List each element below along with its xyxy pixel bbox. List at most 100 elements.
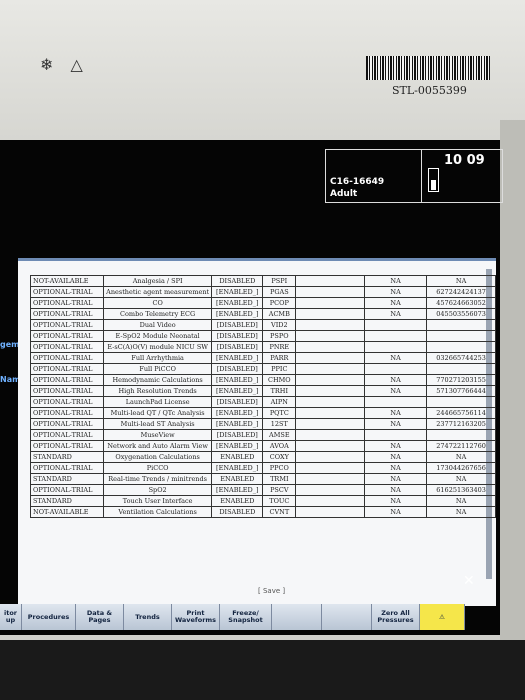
- spacer-cell: [295, 473, 365, 485]
- state-cell[interactable]: ENABLED: [211, 473, 264, 485]
- spacer-cell: [295, 506, 365, 518]
- state-cell[interactable]: [ENABLED_]: [211, 308, 264, 320]
- table-row[interactable]: OPTIONAL-TRIAL SpO2 [ENABLED_] PSCV NA 616251…: [29, 484, 496, 496]
- key-cell: 045503556073: [426, 308, 496, 320]
- table-row[interactable]: OPTIONAL-TRIAL Anesthetic agent measureme…: [29, 286, 496, 298]
- status-cell: OPTIONAL-TRIAL: [29, 363, 105, 375]
- table-row[interactable]: OPTIONAL-TRIAL CO [ENABLED_] PCOP NA 45762466…: [29, 297, 496, 309]
- state-cell[interactable]: [DISABLED]: [211, 363, 264, 375]
- table-row[interactable]: OPTIONAL-TRIAL Dual Video [DISABLED] VID2: [29, 319, 496, 331]
- status-cell: OPTIONAL-TRIAL: [29, 396, 105, 408]
- state-cell[interactable]: ENABLED: [211, 451, 264, 463]
- table-row[interactable]: OPTIONAL-TRIAL High Resolution Trends [ENA…: [29, 385, 496, 397]
- status-cell: OPTIONAL-TRIAL: [29, 352, 105, 364]
- state-cell[interactable]: [DISABLED]: [211, 396, 264, 408]
- softkey-blank-1[interactable]: [272, 604, 322, 630]
- key-cell: 173044267656: [426, 462, 496, 474]
- status-cell: NOT-AVAILABLE: [29, 506, 105, 518]
- asset-barcode: [366, 56, 490, 80]
- code-cell: COXY: [262, 451, 297, 463]
- softkey-alarm-silence[interactable]: ⚠: [420, 604, 465, 630]
- feature-cell: Network and Auto Alarm View: [103, 440, 213, 452]
- na-cell: NA: [363, 451, 428, 463]
- feature-cell: PiCCO: [103, 462, 213, 474]
- softkey-monitor-setup[interactable]: itor up: [0, 604, 22, 630]
- table-row[interactable]: NOT-AVAILABLE Analgesia / SPI DISABLED PSPI…: [29, 275, 496, 287]
- softkey-blank-2[interactable]: [322, 604, 372, 630]
- status-cell: OPTIONAL-TRIAL: [29, 374, 105, 386]
- spacer-cell: [295, 429, 365, 441]
- code-cell: PQTC: [262, 407, 297, 419]
- state-cell[interactable]: [ENABLED_]: [211, 385, 264, 397]
- status-cell: OPTIONAL-TRIAL: [29, 341, 105, 353]
- key-cell: 770271203155: [426, 374, 496, 386]
- feature-cell: Touch User Interface: [103, 495, 213, 507]
- patient-info-box[interactable]: C16-16649 Adult: [325, 149, 422, 203]
- bezel-alarm-indicators: ❄ △: [40, 55, 95, 74]
- table-row[interactable]: OPTIONAL-TRIAL Network and Auto Alarm Vie…: [29, 440, 496, 452]
- key-cell: [426, 341, 496, 353]
- softkey-data-pages[interactable]: Data & Pages: [76, 604, 124, 630]
- table-row[interactable]: OPTIONAL-TRIAL MuseView [DISABLED] AMSE: [29, 429, 496, 441]
- state-cell[interactable]: DISABLED: [211, 506, 264, 518]
- table-row[interactable]: OPTIONAL-TRIAL Full Arrhythmia [ENABLED_] P…: [29, 352, 496, 364]
- na-cell: [363, 341, 428, 353]
- feature-cell: Real-time Trends / minitrends: [103, 473, 213, 485]
- state-cell[interactable]: [DISABLED]: [211, 429, 264, 441]
- state-cell[interactable]: [DISABLED]: [211, 319, 264, 331]
- feature-cell: E-sC(A)O(V) module NICU SW: [103, 341, 213, 353]
- state-cell[interactable]: [ENABLED_]: [211, 352, 264, 364]
- status-cell: STANDARD: [29, 451, 105, 463]
- save-button[interactable]: [ Save ]: [258, 587, 285, 595]
- table-row[interactable]: OPTIONAL-TRIAL Multi-lead ST Analysis [ENA…: [29, 418, 496, 430]
- code-cell: PPCO: [262, 462, 297, 474]
- spacer-cell: [295, 495, 365, 507]
- code-cell: AMSE: [262, 429, 297, 441]
- close-icon[interactable]: ✕: [463, 573, 475, 589]
- feature-cell: Anesthetic agent measurement: [103, 286, 213, 298]
- state-cell[interactable]: [ENABLED_]: [211, 297, 264, 309]
- state-cell[interactable]: [ENABLED_]: [211, 440, 264, 452]
- feature-cell: Hemodynamic Calculations: [103, 374, 213, 386]
- status-cell: OPTIONAL-TRIAL: [29, 385, 105, 397]
- softkey-trends[interactable]: Trends: [124, 604, 172, 630]
- table-row[interactable]: OPTIONAL-TRIAL PiCCO [ENABLED_] PPCO NA 17304…: [29, 462, 496, 474]
- table-row[interactable]: STANDARD Real-time Trends / minitrends ENA…: [29, 473, 496, 485]
- state-cell[interactable]: [ENABLED_]: [211, 286, 264, 298]
- state-cell[interactable]: [ENABLED_]: [211, 484, 264, 496]
- state-cell[interactable]: [ENABLED_]: [211, 418, 264, 430]
- code-cell: TOUC: [262, 495, 297, 507]
- patient-id: C16-16649: [330, 177, 385, 187]
- table-row[interactable]: STANDARD Oxygenation Calculations ENABLED C…: [29, 451, 496, 463]
- table-row[interactable]: OPTIONAL-TRIAL LaunchPad License [DISABLED…: [29, 396, 496, 408]
- softkey-zero-all-pressures[interactable]: Zero All Pressures: [372, 604, 420, 630]
- softkey-freeze-snapshot[interactable]: Freeze/ Snapshot: [220, 604, 272, 630]
- table-row[interactable]: NOT-AVAILABLE Ventilation Calculations DIS…: [29, 506, 496, 518]
- state-cell[interactable]: [ENABLED_]: [211, 462, 264, 474]
- state-cell[interactable]: DISABLED: [211, 275, 264, 287]
- key-cell: 237712163205: [426, 418, 496, 430]
- state-cell[interactable]: [ENABLED_]: [211, 407, 264, 419]
- table-row[interactable]: OPTIONAL-TRIAL E-sC(A)O(V) module NICU SW…: [29, 341, 496, 353]
- spacer-cell: [295, 341, 365, 353]
- key-cell: [426, 396, 496, 408]
- table-row[interactable]: OPTIONAL-TRIAL Combo Telemetry ECG [ENABLE…: [29, 308, 496, 320]
- table-row[interactable]: OPTIONAL-TRIAL Hemodynamic Calculations [E…: [29, 374, 496, 386]
- spacer-cell: [295, 352, 365, 364]
- table-row[interactable]: STANDARD Touch User Interface ENABLED TOUC N…: [29, 495, 496, 507]
- state-cell[interactable]: [ENABLED_]: [211, 374, 264, 386]
- key-cell: 571307766444: [426, 385, 496, 397]
- na-cell: [363, 429, 428, 441]
- softkey-procedures[interactable]: Procedures: [22, 604, 76, 630]
- state-cell[interactable]: ENABLED: [211, 495, 264, 507]
- table-row[interactable]: OPTIONAL-TRIAL Multi-lead QT / QTc Analys…: [29, 407, 496, 419]
- state-cell[interactable]: [DISABLED]: [211, 341, 264, 353]
- state-cell[interactable]: [DISABLED]: [211, 330, 264, 342]
- na-cell: NA: [363, 506, 428, 518]
- software-options-table: NOT-AVAILABLE Analgesia / SPI DISABLED PSPI…: [29, 275, 496, 518]
- feature-cell: SpO2: [103, 484, 213, 496]
- spacer-cell: [295, 363, 365, 375]
- softkey-print-waveforms[interactable]: Print Waveforms: [172, 604, 220, 630]
- table-row[interactable]: OPTIONAL-TRIAL Full PiCCO [DISABLED] PPIC: [29, 363, 496, 375]
- table-row[interactable]: OPTIONAL-TRIAL E-SpO2 Module Neonatal [DIS…: [29, 330, 496, 342]
